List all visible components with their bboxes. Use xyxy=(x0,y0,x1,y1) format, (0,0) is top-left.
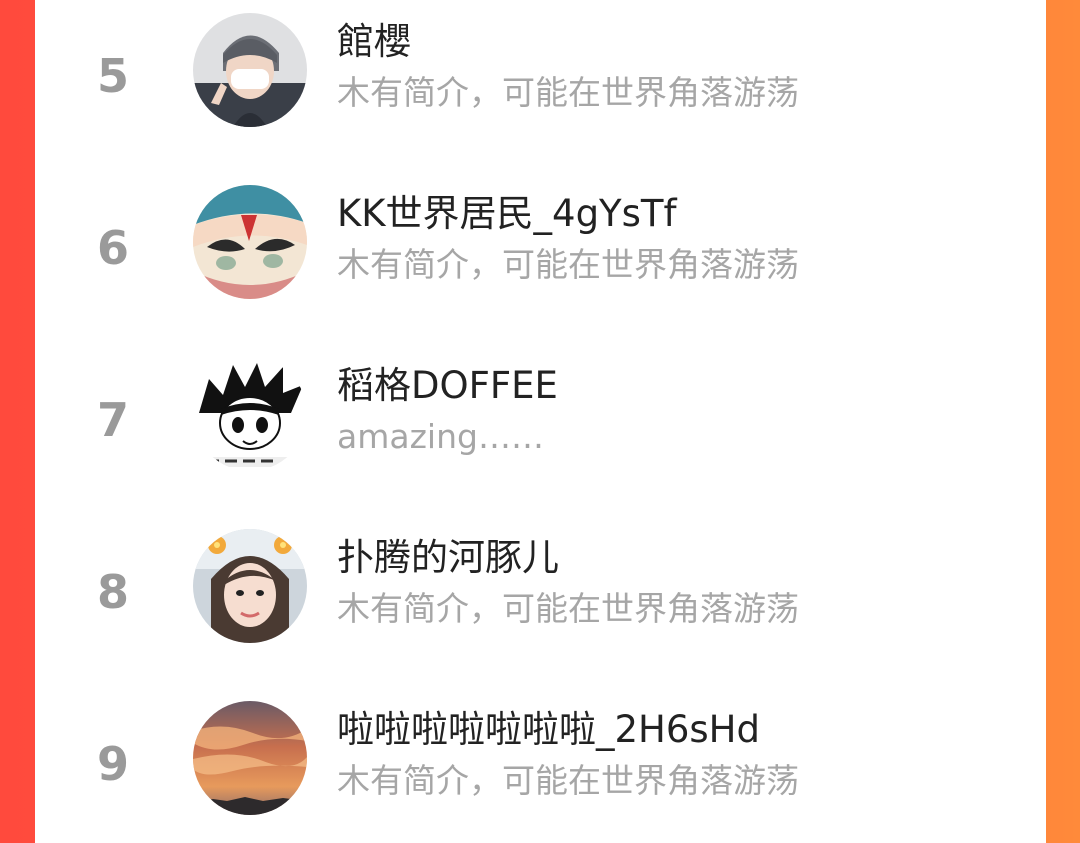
ranking-row[interactable]: 5 館櫻 木有简介，可能在世界角落游荡 xyxy=(35,0,1046,172)
opera-mask-avatar[interactable] xyxy=(193,185,307,299)
sunset-sky-avatar[interactable] xyxy=(193,701,307,815)
rank-number: 6 xyxy=(96,221,129,275)
user-name[interactable]: 稻格DOFFEE xyxy=(337,364,558,408)
ranking-row[interactable]: 7 稻格DOFFEE amazing…… xyxy=(35,344,1046,516)
ranking-row[interactable]: 8 扑腾的河豚儿 木有简介，可能在世界角落游荡 xyxy=(35,516,1046,688)
ranking-row[interactable]: 9 啦啦啦啦啦啦啦_2H6sHd 木有简介，可能在世界角落游荡 xyxy=(35,688,1046,843)
user-name[interactable]: 館櫻 xyxy=(337,20,411,64)
rank-number: 8 xyxy=(96,565,129,619)
girl-selfie-avatar[interactable] xyxy=(193,529,307,643)
user-name[interactable]: 啦啦啦啦啦啦啦_2H6sHd xyxy=(337,708,760,752)
ranking-panel: 5 館櫻 木有简介，可能在世界角落游荡 6 KK世界居民_4gYsTf 木有简介… xyxy=(35,0,1046,843)
rank-number: 7 xyxy=(96,393,129,447)
user-bio: 木有简介，可能在世界角落游荡 xyxy=(337,73,799,112)
user-name[interactable]: 扑腾的河豚儿 xyxy=(337,536,559,580)
masked-boy-avatar[interactable] xyxy=(193,13,307,127)
rank-number: 5 xyxy=(96,49,129,103)
ranking-row[interactable]: 6 KK世界居民_4gYsTf 木有简介，可能在世界角落游荡 xyxy=(35,172,1046,344)
rank-number: 9 xyxy=(96,737,129,791)
cartoon-boy-avatar[interactable] xyxy=(193,357,307,471)
user-name[interactable]: KK世界居民_4gYsTf xyxy=(337,192,677,236)
user-bio: 木有简介，可能在世界角落游荡 xyxy=(337,761,799,800)
user-bio: amazing…… xyxy=(337,417,544,456)
user-bio: 木有简介，可能在世界角落游荡 xyxy=(337,245,799,284)
user-bio: 木有简介，可能在世界角落游荡 xyxy=(337,589,799,628)
